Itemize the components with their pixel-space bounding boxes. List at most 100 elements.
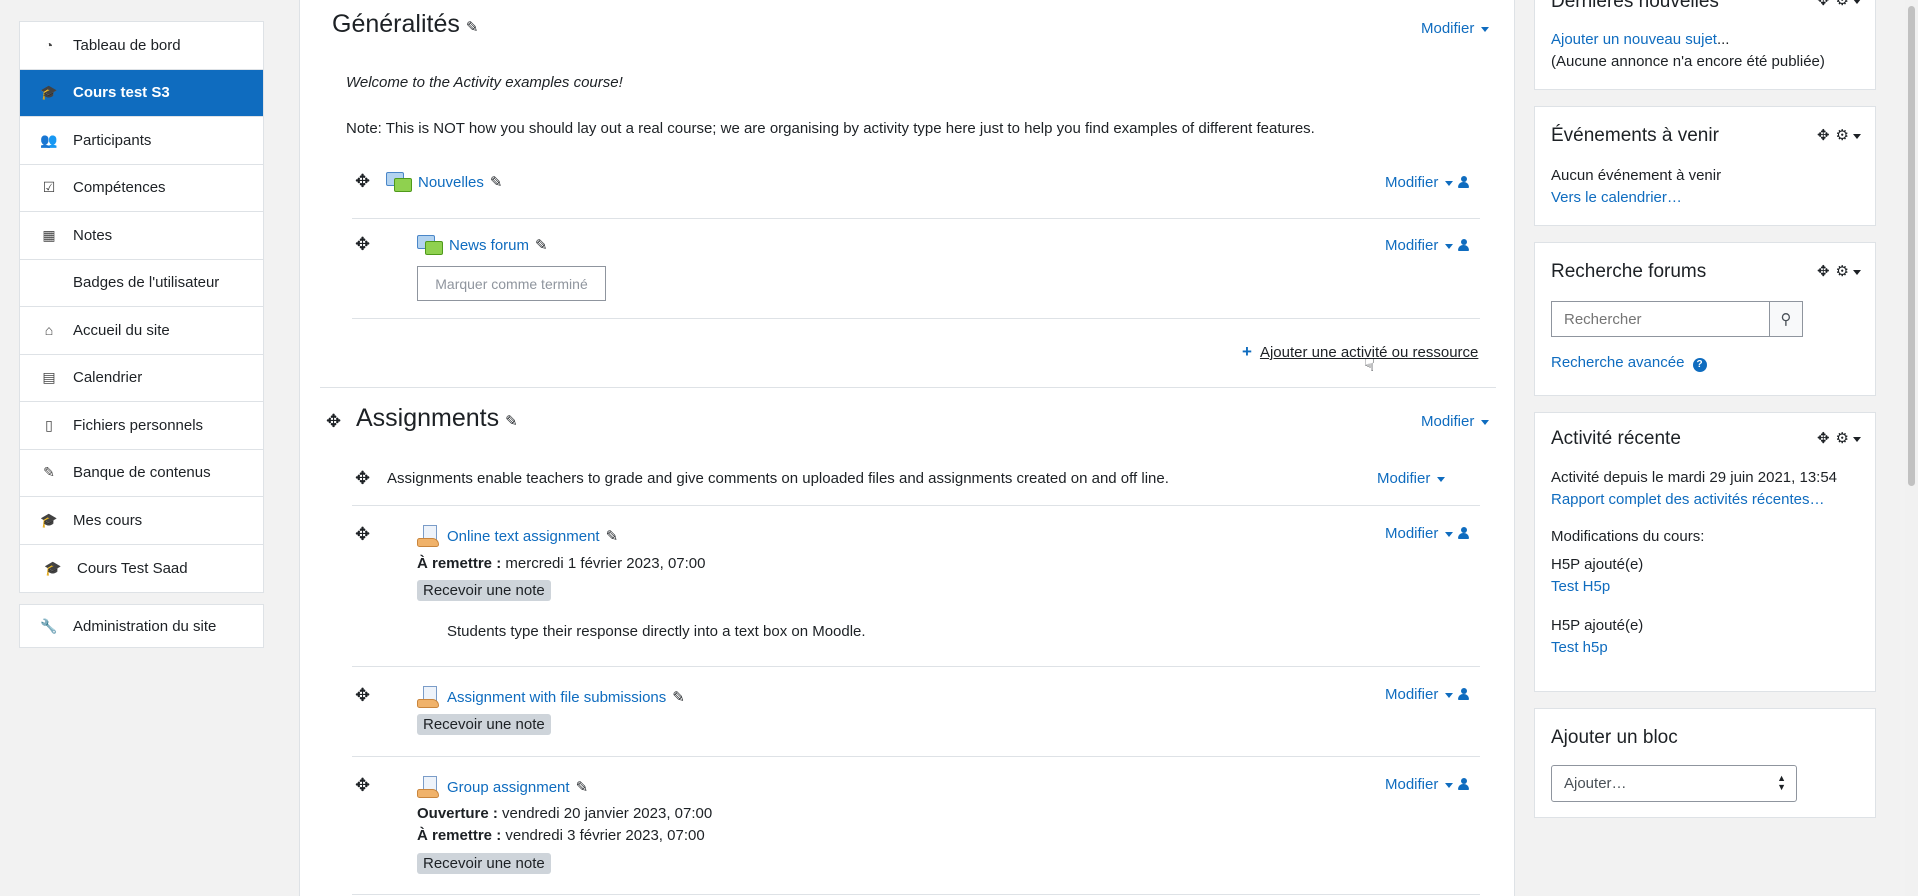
activity-modifier-menu[interactable]: Modifier (1385, 525, 1454, 542)
user-icon[interactable] (1458, 239, 1469, 251)
nav-item-mes-cours[interactable]: 🎓 Mes cours (20, 497, 263, 545)
section-title-assignments: Assignments ✎ (356, 404, 518, 433)
nav-item-calendrier[interactable]: ▤ Calendrier (20, 355, 263, 402)
pencil-icon[interactable]: ✎ (606, 527, 619, 545)
gear-icon[interactable]: ⚙ (1836, 263, 1849, 280)
gear-icon[interactable]: ⚙ (1836, 0, 1849, 9)
wrench-icon: 🔧 (40, 617, 58, 634)
block-controls[interactable]: ✥ ⚙ (1811, 126, 1861, 144)
divider (352, 894, 1480, 895)
move-icon[interactable]: ✥ (355, 776, 370, 794)
search-input[interactable] (1551, 301, 1770, 337)
activity-name: Nouvelles (418, 173, 484, 191)
open-value: vendredi 20 janvier 2023, 07:00 (502, 805, 713, 822)
block-title: Dernières nouvelles (1551, 0, 1719, 12)
section-modifier-menu[interactable]: Modifier (1421, 20, 1490, 37)
nav-item-administration[interactable]: 🔧 Administration du site (20, 605, 263, 647)
activity-modifier-menu[interactable]: Modifier (1385, 237, 1454, 254)
help-icon[interactable]: ? (1692, 358, 1707, 372)
pencil-icon[interactable]: ✎ (576, 778, 589, 796)
activity-file-submissions[interactable]: Assignment with file submissions ✎ (417, 686, 685, 710)
section-title-text: Généralités (332, 10, 460, 38)
block-controls[interactable]: ✥ ⚙ (1811, 262, 1861, 280)
block-region: Dernières nouvelles ✥ ⚙ Ajouter un nouvea… (1515, 0, 1918, 896)
add-activity-link[interactable]: + Ajouter une activité ou ressource (1242, 342, 1478, 362)
move-icon[interactable]: ✥ (355, 235, 370, 253)
activity-news-forum[interactable]: News forum ✎ (417, 235, 548, 257)
nav-item-cours-test-saad[interactable]: 🎓 Cours Test Saad (20, 545, 263, 593)
nav-item-banque-de-contenus[interactable]: ✎ Banque de contenus (20, 450, 263, 497)
nav-item-cours-test-s3[interactable]: 🎓 Cours test S3 (20, 69, 263, 117)
nav-group-admin: 🔧 Administration du site (19, 604, 264, 648)
block-controls[interactable]: ✥ ⚙ (1811, 0, 1861, 9)
nav-item-tableau-de-bord[interactable]: ◔ Tableau de bord (20, 22, 263, 70)
calendar-link[interactable]: Vers le calendrier… (1551, 189, 1682, 206)
recent-item-link[interactable]: Test H5p (1551, 578, 1610, 595)
caret-down-icon (1853, 0, 1861, 4)
nav-item-badges-de-l-utilisateur[interactable]: Badges de l'utilisateur (20, 260, 263, 307)
activity-modifier-menu[interactable]: Modifier (1385, 686, 1454, 703)
activity-nouvelles[interactable]: Nouvelles ✎ (386, 172, 502, 194)
mark-as-done-button[interactable]: Marquer comme terminé (417, 266, 606, 301)
pencil-icon[interactable]: ✎ (535, 236, 548, 254)
move-icon[interactable]: ✥ (355, 525, 370, 543)
activity-modifier-menu[interactable]: Modifier (1385, 776, 1454, 793)
pencil-icon[interactable]: ✎ (466, 18, 479, 36)
hand-cursor-icon: ☟ (1364, 355, 1375, 375)
nav-item-participants[interactable]: 👥 Participants (20, 117, 263, 165)
move-icon[interactable]: ✥ (326, 412, 341, 430)
add-topic-link[interactable]: Ajouter un nouveau sujet (1551, 31, 1717, 48)
activity-modifier-menu[interactable]: Modifier (1385, 174, 1454, 191)
pencil-icon[interactable]: ✎ (505, 412, 518, 430)
pencil-icon[interactable]: ✎ (672, 688, 685, 706)
nav-item-fichiers-personnels[interactable]: ▯ Fichiers personnels (20, 402, 263, 450)
nav-item-label: Badges de l'utilisateur (73, 274, 220, 292)
scrollbar-thumb[interactable] (1908, 6, 1915, 486)
assignment-icon (417, 776, 441, 800)
activity-group-assignment[interactable]: Group assignment ✎ (417, 776, 588, 800)
nav-item-accueil-du-site[interactable]: ⌂ Accueil du site (20, 307, 263, 355)
move-icon[interactable]: ✥ (355, 469, 370, 487)
user-icon[interactable] (1458, 176, 1469, 188)
add-block-select[interactable]: Ajouter… ▲ ▼ (1551, 765, 1797, 802)
due-label: À remettre : (417, 555, 502, 572)
move-icon[interactable]: ✥ (1817, 0, 1830, 9)
nav-item-notes[interactable]: ▦ Notes (20, 212, 263, 260)
label-modifier-menu[interactable]: Modifier (1377, 470, 1446, 487)
nav-item-comp-tences[interactable]: ☑ Compétences (20, 165, 263, 212)
activity-online-text-assignment[interactable]: Online text assignment ✎ (417, 525, 618, 549)
nav-item-label: Fichiers personnels (73, 416, 204, 434)
caret-down-icon (1853, 269, 1861, 275)
block-controls[interactable]: ✥ ⚙ (1811, 429, 1861, 447)
move-icon[interactable]: ✥ (355, 172, 370, 190)
gear-icon[interactable]: ⚙ (1836, 430, 1849, 447)
user-icon[interactable] (1458, 778, 1469, 790)
section-modifier-menu[interactable]: Modifier (1421, 413, 1490, 430)
caret-down-icon (1445, 782, 1454, 788)
caret-down-icon (1853, 133, 1861, 139)
gear-icon[interactable]: ⚙ (1836, 127, 1849, 144)
divider (352, 666, 1480, 667)
nav-item-label: Notes (73, 226, 113, 244)
recent-item-link[interactable]: Test h5p (1551, 639, 1608, 656)
user-icon[interactable] (1458, 527, 1469, 539)
due-value: vendredi 3 février 2023, 07:00 (505, 827, 705, 844)
move-icon[interactable]: ✥ (1817, 127, 1830, 144)
full-report-link[interactable]: Rapport complet des activités récentes… (1551, 491, 1824, 508)
forum-icon (386, 172, 412, 194)
advanced-search-link[interactable]: Recherche avancée (1551, 354, 1684, 371)
divider (352, 756, 1480, 757)
move-icon[interactable]: ✥ (1817, 430, 1830, 447)
activity-description: Students type their response directly in… (447, 623, 866, 640)
user-icon[interactable] (1458, 688, 1469, 700)
search-button[interactable]: ⚲ (1769, 301, 1803, 337)
assignment-icon (417, 686, 441, 710)
move-icon[interactable]: ✥ (1817, 263, 1830, 280)
caret-down-icon (1445, 692, 1454, 698)
file-icon: ▯ (45, 416, 53, 433)
page-scrollbar[interactable] (1905, 0, 1918, 896)
pencil-icon[interactable]: ✎ (490, 173, 503, 191)
no-events-text: Aucun événement à venir (1551, 167, 1722, 184)
nav-item-label: Accueil du site (73, 321, 170, 339)
move-icon[interactable]: ✥ (355, 686, 370, 704)
